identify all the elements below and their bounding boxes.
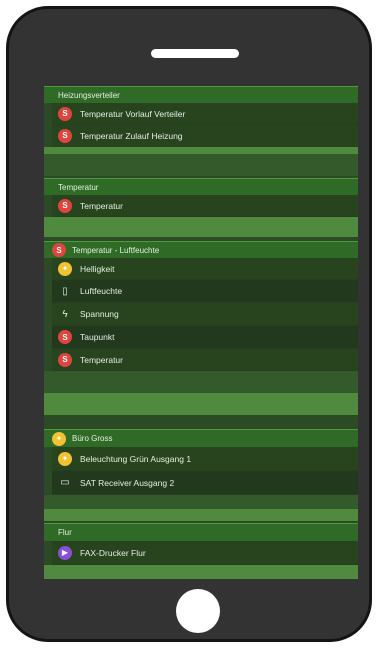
list-item[interactable]: ✦ Helligkeit	[52, 258, 358, 280]
section-title: Büro Gross	[72, 434, 113, 443]
item-label: Temperatur Vorlauf Verteiler	[80, 108, 186, 119]
section-divider	[44, 509, 358, 521]
section-header-temperatur: Temperatur	[44, 178, 358, 195]
item-label: Spannung	[80, 309, 119, 319]
home-button[interactable]	[176, 589, 220, 633]
thermometer-icon: S	[58, 106, 72, 121]
list-item[interactable]: S Temperatur	[52, 349, 358, 371]
speaker-slot	[151, 49, 239, 58]
thermometer-icon: S	[58, 198, 72, 213]
phone-frame: Heizungsverteiler S Temperatur Vorlauf V…	[6, 6, 372, 642]
thermometer-icon: S	[52, 243, 66, 257]
thermometer-icon: S	[58, 128, 72, 143]
list-item[interactable]: ▯ Luftfeuchte	[52, 280, 358, 303]
section-header-buero-gross: ✦ Büro Gross	[44, 429, 358, 447]
section-title: Temperatur	[58, 182, 99, 192]
list-item[interactable]: ▭ SAT Receiver Ausgang 2	[52, 471, 358, 495]
section-title: Flur	[58, 528, 72, 537]
app-screen: Heizungsverteiler S Temperatur Vorlauf V…	[44, 86, 358, 579]
sun-icon: ✦	[58, 451, 72, 466]
sun-icon: ✦	[52, 431, 66, 446]
thermometer-icon: S	[58, 352, 72, 367]
item-label: FAX-Drucker Flur	[80, 547, 146, 558]
section-header-temperatur-luftfeuchte: S Temperatur - Luftfeuchte	[44, 241, 358, 258]
list-item[interactable]: ϟ Spannung	[52, 303, 358, 326]
item-label: Temperatur	[80, 354, 123, 365]
thermometer-icon: S	[58, 330, 72, 344]
item-label: Luftfeuchte	[80, 286, 123, 296]
list-item[interactable]: S Temperatur Zulauf Heizung	[52, 125, 358, 147]
section-gap	[44, 495, 358, 509]
list-item[interactable]: S Temperatur Vorlauf Verteiler	[52, 103, 358, 125]
item-label: Helligkeit	[80, 263, 115, 274]
monitor-icon: ▭	[60, 477, 70, 488]
section-divider	[44, 393, 358, 415]
item-label: Beleuchtung Grün Ausgang 1	[80, 453, 192, 464]
section-title: Heizungsverteiler	[58, 90, 120, 100]
section-header-heizungsverteiler: Heizungsverteiler	[44, 86, 358, 103]
section-gap	[44, 371, 358, 393]
item-label: Temperatur	[80, 200, 123, 211]
item-label: Taupunkt	[80, 332, 115, 342]
section-divider	[44, 565, 358, 579]
sun-icon: ✦	[58, 261, 72, 276]
item-label: SAT Receiver Ausgang 2	[80, 477, 175, 488]
section-divider	[44, 147, 358, 154]
item-label: Temperatur Zulauf Heizung	[80, 130, 183, 141]
list-item[interactable]: ✦ Beleuchtung Grün Ausgang 1	[52, 447, 358, 471]
list-item[interactable]: ▶ FAX-Drucker Flur	[52, 541, 358, 565]
lightning-icon: ϟ	[62, 308, 68, 320]
section-divider	[44, 217, 358, 237]
section-title: Temperatur - Luftfeuchte	[72, 245, 160, 255]
play-icon: ▶	[58, 545, 72, 560]
section-header-flur: Flur	[44, 523, 358, 541]
list-item[interactable]: S Taupunkt	[52, 326, 358, 349]
list-item[interactable]: S Temperatur	[52, 195, 358, 217]
section-gap	[44, 154, 358, 176]
humidity-icon: ▯	[62, 285, 68, 297]
